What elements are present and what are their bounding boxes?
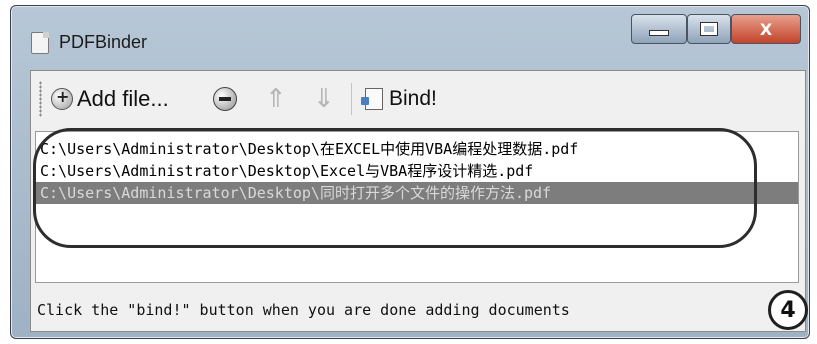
file-list-item-selected[interactable]: C:\Users\Administrator\Desktop\同时打开多个文件的… — [36, 182, 798, 204]
minimize-button[interactable] — [631, 14, 687, 44]
toolbar: Add file... ⇑ ⇓ Bind! — [31, 71, 805, 127]
step-badge: 4 — [768, 290, 808, 330]
add-file-label: Add file... — [77, 86, 169, 111]
file-list-item[interactable]: C:\Users\Administrator\Desktop\在EXCEL中使用… — [36, 138, 798, 160]
add-file-button[interactable]: Add file... — [51, 81, 169, 117]
maximize-icon — [700, 22, 718, 36]
arrow-up-icon: ⇑ — [265, 84, 287, 114]
remove-file-button[interactable] — [213, 81, 237, 117]
minimize-icon — [649, 30, 669, 36]
file-list-item[interactable]: C:\Users\Administrator\Desktop\Excel与VBA… — [36, 160, 798, 182]
bind-label: Bind! — [389, 87, 437, 110]
maximize-button[interactable] — [687, 14, 731, 44]
move-up-button[interactable]: ⇑ — [265, 81, 287, 117]
file-list[interactable]: C:\Users\Administrator\Desktop\在EXCEL中使用… — [35, 131, 799, 283]
arrow-down-icon: ⇓ — [313, 84, 335, 114]
app-window: PDFBinder X Add file... ⇑ ⇓ — [10, 5, 810, 339]
close-button[interactable]: X — [731, 14, 801, 44]
bind-icon — [361, 88, 383, 110]
bind-button[interactable]: Bind! — [361, 81, 437, 117]
app-icon — [31, 32, 49, 54]
main-panel: Add file... ⇑ ⇓ Bind! C:\Users\Administr… — [30, 70, 806, 332]
title-bar[interactable]: PDFBinder X — [11, 6, 809, 70]
toolbar-grip[interactable] — [39, 81, 42, 117]
toolbar-separator — [351, 83, 352, 115]
move-down-button[interactable]: ⇓ — [313, 81, 335, 117]
close-icon: X — [759, 19, 773, 39]
window-title: PDFBinder — [59, 32, 148, 52]
remove-icon — [213, 87, 237, 111]
status-text: Click the "bind!" button when you are do… — [37, 301, 570, 319]
add-icon — [51, 87, 73, 110]
